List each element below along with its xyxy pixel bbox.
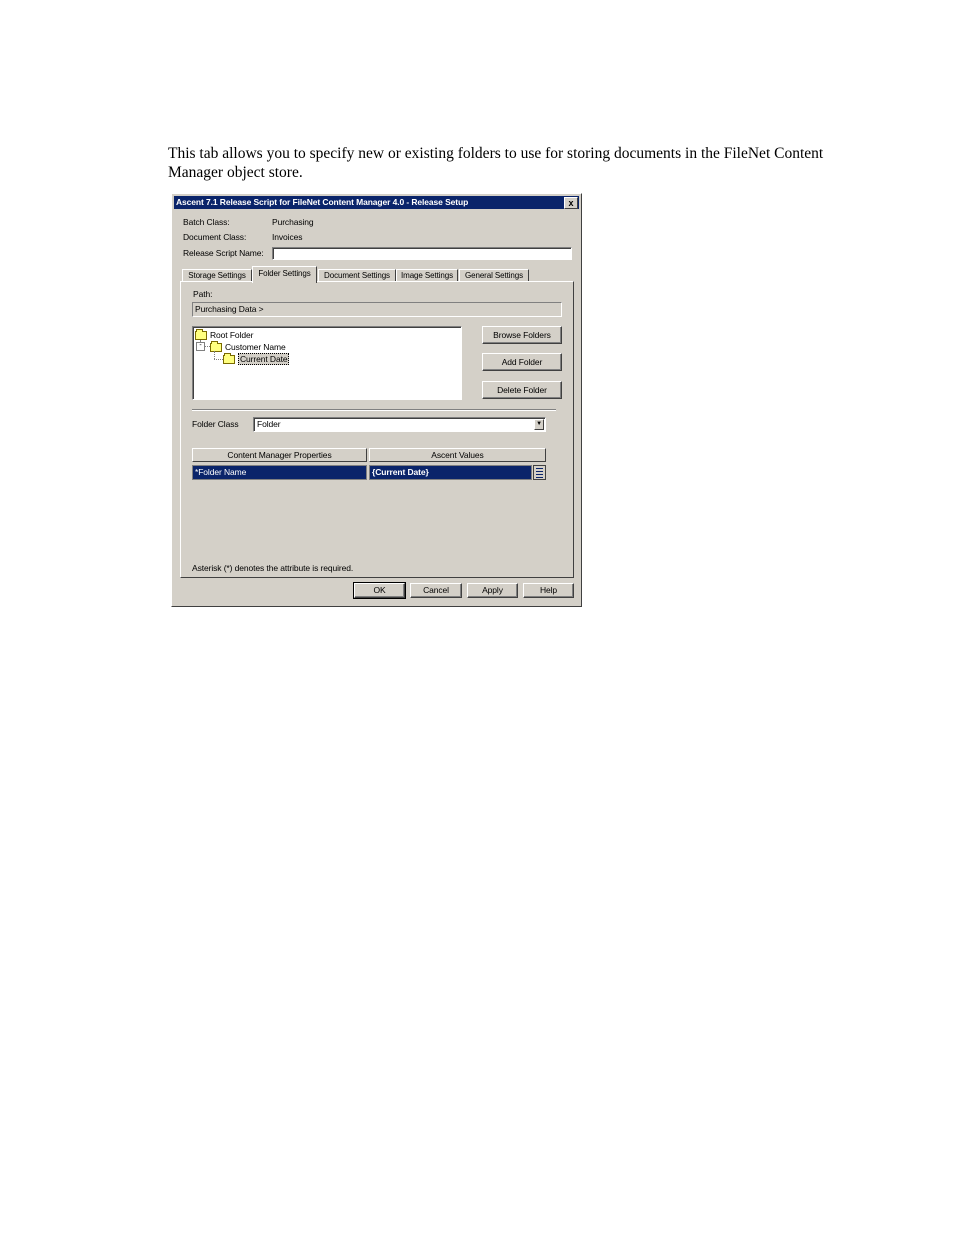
- column-header-values[interactable]: Ascent Values: [369, 448, 546, 462]
- list-icon[interactable]: [533, 465, 546, 480]
- release-script-name-label: Release Script Name:: [183, 248, 264, 258]
- ok-button[interactable]: OK: [353, 582, 406, 599]
- dialog-title: Ascent 7.1 Release Script for FileNet Co…: [176, 197, 469, 207]
- apply-button[interactable]: Apply: [467, 583, 518, 598]
- batch-class-value: Purchasing: [272, 217, 314, 227]
- tree-item-current-date[interactable]: Current Date: [223, 353, 290, 365]
- release-script-name-input[interactable]: [272, 247, 572, 260]
- folder-class-label: Folder Class: [192, 419, 239, 429]
- property-cell[interactable]: *Folder Name: [192, 465, 367, 480]
- folder-class-select[interactable]: Folder ▼: [253, 417, 546, 432]
- path-label: Path:: [193, 289, 213, 299]
- path-field: Purchasing Data >: [192, 302, 562, 317]
- close-icon[interactable]: x: [564, 197, 578, 209]
- add-folder-button[interactable]: Add Folder: [482, 353, 562, 371]
- batch-class-label: Batch Class:: [183, 217, 230, 227]
- folder-icon: [210, 341, 222, 353]
- collapse-toggle[interactable]: -: [196, 342, 205, 351]
- document-class-value: Invoices: [272, 232, 303, 242]
- folder-icon: [223, 353, 235, 365]
- document-class-label: Document Class:: [183, 232, 247, 242]
- intro-paragraph: This tab allows you to specify new or ex…: [168, 145, 824, 181]
- tree-item-customer-name[interactable]: Customer Name: [210, 341, 286, 353]
- chevron-down-icon[interactable]: ▼: [534, 419, 544, 430]
- help-button[interactable]: Help: [523, 583, 574, 598]
- folder-tree[interactable]: Root Folder - Customer Name Current Date: [192, 326, 462, 400]
- separator: [192, 409, 556, 411]
- dialog-title-bar[interactable]: Ascent 7.1 Release Script for FileNet Co…: [174, 196, 579, 209]
- required-footnote: Asterisk (*) denotes the attribute is re…: [192, 563, 354, 573]
- tab-folder-settings[interactable]: Folder Settings: [252, 266, 317, 283]
- cancel-button[interactable]: Cancel: [410, 583, 462, 598]
- column-header-properties[interactable]: Content Manager Properties: [192, 448, 367, 462]
- folder-icon: [195, 329, 207, 341]
- release-setup-dialog: Ascent 7.1 Release Script for FileNet Co…: [171, 193, 582, 607]
- browse-folders-button[interactable]: Browse Folders: [482, 326, 562, 344]
- tree-item-root-folder[interactable]: Root Folder: [195, 329, 253, 341]
- delete-folder-button[interactable]: Delete Folder: [482, 381, 562, 399]
- value-cell[interactable]: {Current Date}: [369, 465, 532, 480]
